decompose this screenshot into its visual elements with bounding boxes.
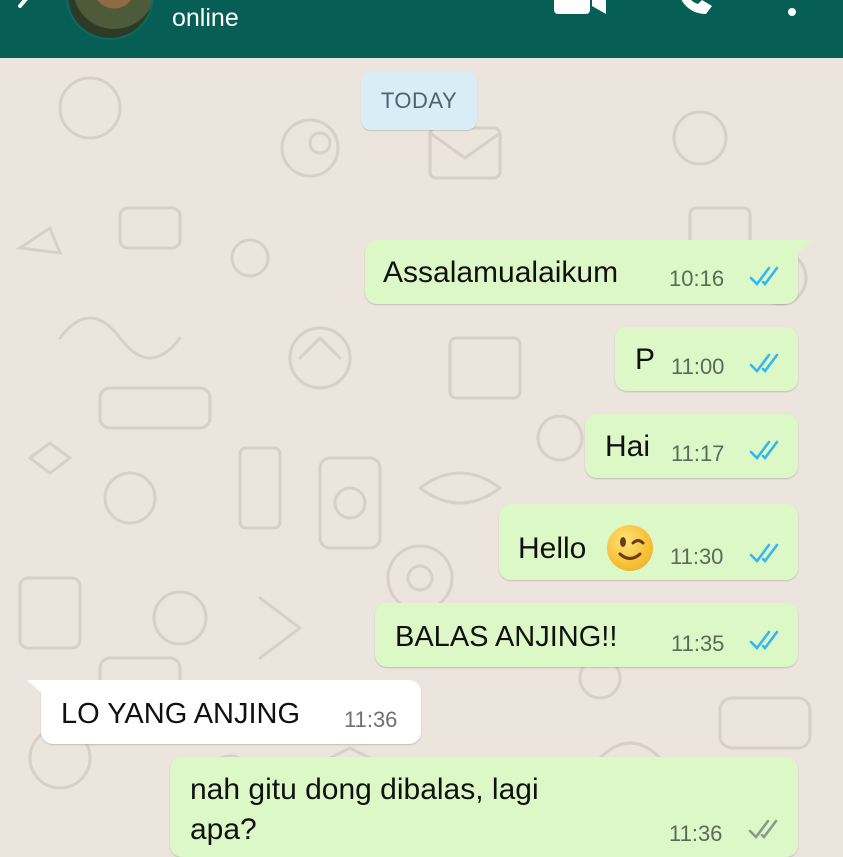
message-text-line-2: apa?: [190, 813, 257, 846]
bubble-tail: [27, 680, 47, 698]
message-text: Assalamualaikum: [383, 256, 619, 289]
message-time: 11:36: [344, 707, 398, 732]
read-receipt-icon: [749, 543, 779, 563]
video-call-icon[interactable]: [552, 0, 608, 18]
message-time: 10:16: [669, 266, 725, 291]
chat-header: online: [0, 0, 843, 58]
message-bubble-incoming[interactable]: LO YANG ANJING 11:36: [27, 680, 421, 744]
message-bubble-outgoing[interactable]: nah gitu dong dibalas, lagi apa? 11:36: [170, 757, 798, 857]
message-text: Hai: [605, 430, 651, 463]
more-options-icon[interactable]: [782, 0, 802, 18]
winking-face-emoji-icon: [607, 525, 653, 571]
message-text: LO YANG ANJING: [61, 698, 301, 730]
message-text: BALAS ANJING!!: [395, 621, 618, 653]
date-separator: TODAY: [361, 72, 477, 130]
contact-avatar[interactable]: [66, 0, 154, 40]
message-bubble-outgoing[interactable]: Assalamualaikum 10:16: [365, 240, 812, 304]
read-receipt-icon: [749, 266, 779, 286]
contact-status: online: [172, 4, 239, 32]
message-time: 11:35: [671, 631, 725, 656]
message-text: Hello: [518, 532, 587, 565]
message-text-line-1: nah gitu dong dibalas, lagi: [190, 773, 539, 806]
read-receipt-icon: [749, 440, 779, 460]
message-time: 11:30: [670, 544, 724, 569]
read-receipt-icon: [749, 353, 779, 373]
message-bubble-outgoing[interactable]: P 11:00: [615, 327, 798, 391]
message-time: 11:00: [671, 354, 725, 379]
delivered-receipt-icon: [748, 819, 778, 839]
read-receipt-icon: [749, 630, 779, 650]
message-text: P: [635, 343, 656, 376]
back-arrow-icon[interactable]: [6, 0, 42, 24]
message-bubble-outgoing[interactable]: Hai 11:17: [585, 414, 798, 478]
bubble-tail: [792, 240, 812, 258]
voice-call-icon[interactable]: [672, 0, 720, 18]
message-time: 11:36: [669, 821, 723, 846]
message-time: 11:17: [671, 441, 725, 466]
message-bubble-outgoing[interactable]: BALAS ANJING!! 11:35: [375, 603, 798, 667]
message-bubble-outgoing[interactable]: Hello 11:30: [499, 504, 798, 580]
